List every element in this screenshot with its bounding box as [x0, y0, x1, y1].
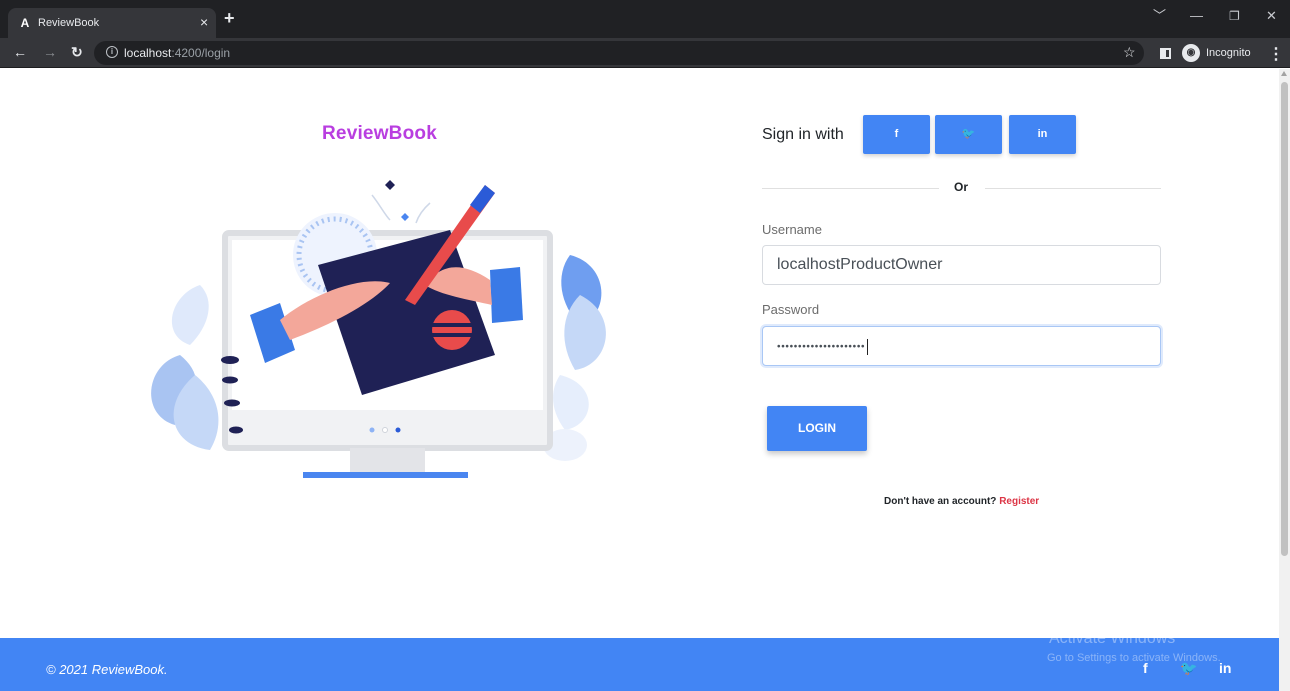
close-window-icon[interactable]: ✕	[1266, 8, 1277, 24]
browser-tab[interactable]: A ReviewBook ×	[8, 8, 216, 38]
chevron-down-icon[interactable]: ﹀	[1153, 8, 1166, 24]
facebook-icon: f	[894, 128, 899, 140]
twitter-icon: 🐦	[961, 128, 976, 140]
divider-right	[985, 188, 1161, 189]
or-divider-text: Or	[954, 180, 969, 194]
username-label: Username	[762, 222, 822, 237]
forward-arrow-icon[interactable]: →	[43, 43, 57, 61]
register-prompt: Don't have an account? Register	[884, 496, 1039, 507]
address-bar[interactable]: i localhost:4200/login ☆	[94, 41, 1144, 65]
twitter-login-button[interactable]: 🐦	[935, 115, 1002, 154]
divider-left	[762, 188, 939, 189]
footer-linkedin-icon[interactable]: in	[1219, 660, 1231, 676]
linkedin-icon: in	[1037, 128, 1048, 140]
text-caret	[867, 339, 869, 355]
incognito-badge[interactable]: ◉ Incognito	[1182, 42, 1251, 64]
angular-favicon-icon: A	[20, 16, 30, 30]
linkedin-login-button[interactable]: in	[1009, 115, 1076, 154]
browser-tab-bar: A ReviewBook × + ﹀ — ❐ ✕	[0, 0, 1290, 38]
restore-icon[interactable]: ❐	[1229, 8, 1240, 24]
windows-activation-subtitle: Go to Settings to activate Windows.	[1047, 652, 1221, 664]
windows-activation-title: Activate Windows	[1049, 630, 1176, 647]
username-field[interactable]	[762, 245, 1161, 285]
sign-in-with-label: Sign in with	[762, 126, 844, 143]
brand-title: ReviewBook	[322, 123, 437, 144]
side-panel-icon[interactable]	[1160, 48, 1171, 59]
info-icon[interactable]: i	[106, 46, 118, 58]
password-label: Password	[762, 302, 820, 317]
minimize-icon[interactable]: —	[1190, 8, 1203, 24]
password-field[interactable]: •••••••••••••••••••••	[762, 326, 1161, 366]
reload-icon[interactable]: ↻	[71, 43, 83, 61]
login-button[interactable]: LOGIN	[767, 406, 867, 451]
star-icon[interactable]: ☆	[1123, 44, 1136, 61]
tab-title: ReviewBook	[38, 17, 100, 29]
scrollbar-thumb[interactable]	[1281, 82, 1288, 556]
scroll-up-arrow-icon[interactable]	[1281, 71, 1287, 76]
login-illustration	[151, 180, 606, 478]
no-account-text: Don't have an account?	[884, 496, 997, 507]
register-link[interactable]: Register	[999, 496, 1039, 507]
incognito-icon: ◉	[1182, 44, 1200, 62]
copyright-text: © 2021 ReviewBook.	[46, 662, 168, 677]
password-input[interactable]: •••••••••••••••••••••	[777, 339, 869, 355]
url-host: localhost	[124, 46, 172, 60]
back-arrow-icon[interactable]: ←	[13, 43, 27, 61]
username-input[interactable]	[763, 246, 1160, 284]
facebook-login-button[interactable]: f	[863, 115, 930, 154]
plus-icon[interactable]: +	[224, 9, 235, 27]
browser-toolbar: ← → ↻ i localhost:4200/login ☆ ◉ Incogni…	[0, 38, 1290, 68]
incognito-label: Incognito	[1206, 47, 1251, 59]
url-path: :4200/login	[171, 46, 231, 60]
close-icon[interactable]: ×	[200, 14, 208, 30]
kebab-menu-icon[interactable]: ⋮	[1268, 44, 1284, 64]
url-text: localhost:4200/login	[124, 46, 230, 60]
password-mask: •••••••••••••••••••••	[777, 341, 866, 353]
